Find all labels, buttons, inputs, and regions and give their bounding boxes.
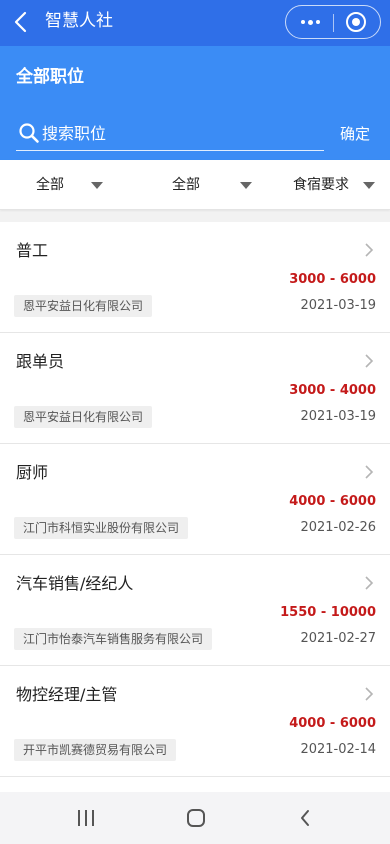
job-title: 物控经理/主管: [16, 685, 118, 704]
dropdown-arrow-icon: [240, 182, 252, 189]
job-list-item[interactable]: 跟单员 3000 - 4000 恩平安益日化有限公司 2021-03-19: [0, 333, 390, 444]
company-tag: 江门市怡泰汽车销售服务有限公司: [14, 628, 213, 650]
back-arrow-icon[interactable]: [10, 9, 34, 35]
job-salary: 1550 - 10000: [280, 605, 376, 620]
app-title: 智慧人社: [45, 11, 113, 31]
job-list-item[interactable]: 物控经理/主管 4000 - 6000 开平市凯赛德贸易有限公司 2021-02…: [0, 666, 390, 777]
chevron-right-icon: [365, 465, 374, 479]
job-title: 普工: [16, 241, 49, 260]
confirm-button[interactable]: 确定: [340, 124, 370, 144]
app-bar: 智慧人社: [0, 0, 390, 46]
job-title: 跟单员: [16, 352, 65, 371]
filter-bar: 全部 全部 食宿要求: [0, 160, 390, 210]
post-date: 2021-02-26: [300, 520, 376, 535]
chevron-right-icon: [365, 243, 374, 257]
dropdown-arrow-icon: [91, 182, 103, 189]
search-bar: [16, 117, 324, 151]
post-date: 2021-02-27: [300, 631, 376, 646]
job-title: 厨师: [16, 463, 49, 482]
job-title: 汽车销售/经纪人: [16, 574, 134, 593]
filter-label-1: 全部: [36, 177, 64, 193]
job-list-item[interactable]: 厨师 4000 - 6000 江门市科恒实业股份有限公司 2021-02-26: [0, 444, 390, 555]
chevron-right-icon: [365, 576, 374, 590]
dropdown-arrow-icon: [363, 182, 375, 189]
filter-label-2: 全部: [172, 177, 200, 193]
home-icon[interactable]: [187, 809, 205, 827]
search-input[interactable]: [42, 121, 312, 145]
company-tag: 恩平安益日化有限公司: [14, 295, 153, 317]
company-tag: 开平市凯赛德贸易有限公司: [14, 739, 177, 761]
filter-dropdown-3[interactable]: 食宿要求: [260, 160, 390, 210]
chevron-right-icon: [365, 354, 374, 368]
company-tag: 恩平安益日化有限公司: [14, 406, 153, 428]
search-icon: [19, 123, 39, 143]
job-salary: 4000 - 6000: [289, 494, 376, 509]
job-salary: 3000 - 4000: [289, 383, 376, 398]
job-list-item[interactable]: 汽车销售/经纪人 1550 - 10000 江门市怡泰汽车销售服务有限公司 20…: [0, 555, 390, 666]
more-options-icon[interactable]: [286, 6, 333, 38]
job-list: 普工 3000 - 6000 恩平安益日化有限公司 2021-03-19 跟单员…: [0, 222, 390, 792]
filter-dropdown-2[interactable]: 全部: [130, 160, 260, 210]
chevron-right-icon: [365, 687, 374, 701]
job-list-item[interactable]: 普工 3000 - 6000 恩平安益日化有限公司 2021-03-19: [0, 222, 390, 333]
system-nav-bar: [0, 792, 390, 844]
filter-label-3: 食宿要求: [293, 177, 349, 193]
job-salary: 4000 - 6000: [289, 716, 376, 731]
post-date: 2021-02-14: [300, 742, 376, 757]
recent-apps-icon[interactable]: [77, 810, 95, 826]
filter-dropdown-1[interactable]: 全部: [0, 160, 130, 210]
mini-program-capsule: [285, 5, 381, 39]
company-tag: 江门市科恒实业股份有限公司: [14, 517, 189, 539]
back-icon[interactable]: [299, 809, 311, 827]
close-mini-program-icon[interactable]: [334, 6, 380, 38]
post-date: 2021-03-19: [300, 298, 376, 313]
job-salary: 3000 - 6000: [289, 272, 376, 287]
post-date: 2021-03-19: [300, 409, 376, 424]
section-title: 全部职位: [16, 67, 84, 87]
header-section: 全部职位 确定: [0, 46, 390, 160]
